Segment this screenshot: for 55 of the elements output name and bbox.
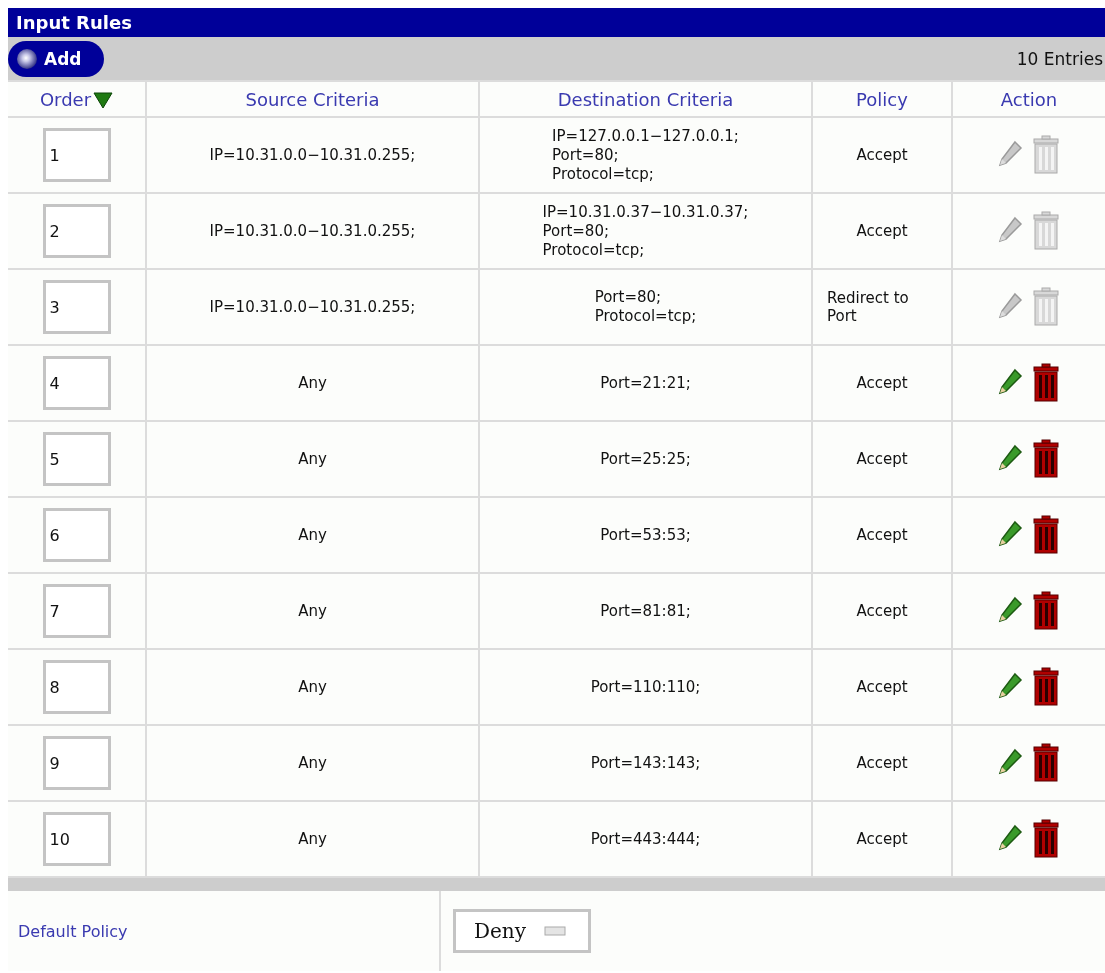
policy: Accept: [856, 222, 908, 240]
destination-criteria: Port=443:444;: [590, 829, 701, 849]
source-criteria: Any: [298, 526, 327, 544]
policy: Accept: [856, 754, 908, 772]
radio-ball-icon: [16, 47, 38, 70]
source-criteria: IP=10.31.0.0−10.31.0.255;: [209, 146, 416, 164]
source-criteria: Any: [298, 602, 327, 620]
source-criteria: IP=10.31.0.0−10.31.0.255;: [209, 222, 416, 240]
policy: Accept: [856, 374, 908, 392]
order-field[interactable]: 8: [42, 660, 111, 714]
policy: Accept: [856, 830, 908, 848]
source-criteria: Any: [298, 374, 327, 392]
destination-criteria: IP=127.0.0.1−127.0.0.1; Port=80; Protocol=tcp;: [552, 126, 739, 184]
order-field[interactable]: 10: [42, 812, 111, 866]
default-policy-label: Default Policy: [18, 921, 128, 941]
order-field[interactable]: 9: [42, 736, 111, 790]
order-field[interactable]: 3: [42, 280, 111, 334]
destination-criteria: Port=25:25;: [600, 449, 691, 469]
sort-down-icon[interactable]: [93, 92, 114, 109]
add-button[interactable]: Add: [8, 40, 104, 77]
trash-icon[interactable]: [1031, 439, 1061, 479]
trash-icon[interactable]: [1031, 363, 1061, 403]
policy: Accept: [856, 450, 908, 468]
destination-criteria: Port=110:110;: [590, 677, 701, 697]
trash-icon[interactable]: [1031, 591, 1061, 631]
policy-dropdown[interactable]: Deny: [453, 909, 592, 953]
source-criteria: Any: [298, 678, 327, 696]
policy: Accept: [856, 678, 908, 696]
trash-icon[interactable]: [1031, 819, 1061, 859]
destination-criteria: Port=53:53;: [600, 525, 691, 545]
destination-criteria: Port=143:143;: [590, 753, 701, 773]
destination-criteria: Port=81:81;: [600, 601, 691, 621]
policy: Accept: [856, 602, 908, 620]
source-criteria: Any: [298, 754, 327, 772]
order-field[interactable]: 5: [42, 432, 111, 486]
panel-title: Input Rules: [8, 8, 1105, 37]
trash-icon[interactable]: [1031, 743, 1061, 783]
entries-count: 10 Entries: [1016, 48, 1104, 69]
policy: Redirect to Port: [827, 289, 910, 325]
destination-criteria: IP=10.31.0.37−10.31.0.37; Port=80; Protocol=tcp;: [542, 202, 749, 260]
trash-icon[interactable]: [1031, 515, 1061, 555]
dropdown-indicator-icon: [544, 926, 567, 936]
trash-icon[interactable]: [1031, 667, 1061, 707]
source-criteria: IP=10.31.0.0−10.31.0.255;: [209, 298, 416, 316]
order-field[interactable]: 4: [42, 356, 111, 410]
source-criteria: Any: [298, 450, 327, 468]
order-field[interactable]: 1: [42, 128, 111, 182]
destination-criteria: Port=80; Protocol=tcp;: [594, 288, 697, 326]
source-criteria: Any: [298, 830, 327, 848]
destination-criteria: Port=21:21;: [600, 373, 691, 393]
order-field[interactable]: 2: [42, 204, 111, 258]
order-field[interactable]: 6: [42, 508, 111, 562]
policy: Accept: [856, 526, 908, 544]
order-field[interactable]: 7: [42, 584, 111, 638]
policy: Accept: [856, 146, 908, 164]
